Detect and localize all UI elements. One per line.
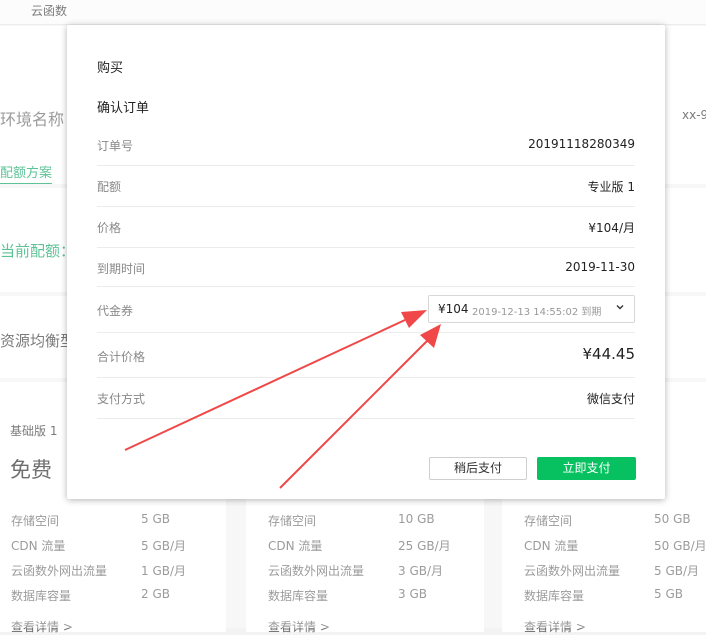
total-price-value: ¥44.45 (582, 345, 636, 363)
purchase-dialog: 购买 确认订单 订单号 20191118280349 配额 专业版 1 价格 ¥… (67, 25, 665, 499)
row-label: 合计价格 (97, 350, 146, 364)
row-quota: 配额 专业版 1 (97, 166, 635, 207)
price-value: ¥104/月 (588, 221, 635, 235)
order-section-title: 确认订单 (97, 101, 150, 116)
pay-later-button[interactable]: 稍后支付 (429, 457, 527, 480)
order-no-value: 20191118280349 (528, 137, 635, 151)
dialog-title: 购买 (97, 61, 124, 76)
voucher-select[interactable]: ¥104 2019-12-13 14:55:02 到期 (428, 295, 635, 323)
row-label: 价格 (97, 221, 122, 235)
row-order-no: 订单号 20191118280349 (97, 125, 635, 166)
quota-value: 专业版 1 (587, 180, 635, 194)
row-payment: 支付方式 微信支付 (97, 378, 635, 419)
row-expire: 到期时间 2019-11-30 (97, 248, 635, 287)
pay-now-button[interactable]: 立即支付 (537, 457, 636, 480)
chevron-down-icon (616, 305, 624, 310)
row-label: 到期时间 (97, 262, 146, 276)
row-label: 支付方式 (97, 392, 146, 406)
payment-method-value: 微信支付 (586, 392, 635, 406)
expire-value: 2019-11-30 (565, 260, 635, 274)
row-label: 配额 (97, 180, 122, 194)
row-label: 代金券 (97, 304, 134, 318)
voucher-expiry: 2019-12-13 14:55:02 到期 (472, 307, 602, 318)
row-total: 合计价格 ¥44.45 (97, 333, 635, 378)
row-price: 价格 ¥104/月 (97, 207, 635, 248)
row-label: 订单号 (97, 139, 134, 153)
voucher-amount: ¥104 (438, 302, 469, 316)
